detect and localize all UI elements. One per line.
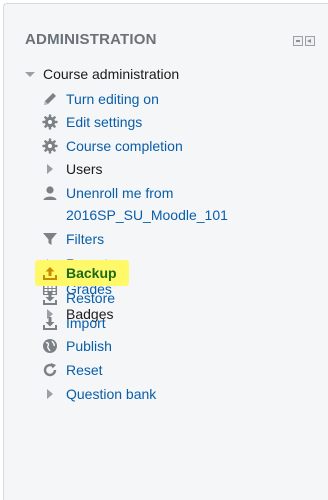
dock-left-icon[interactable]: [305, 36, 315, 46]
user-icon: [42, 185, 58, 201]
tree-item-label[interactable]: Backup: [66, 262, 117, 284]
upload-icon: [42, 265, 58, 281]
filter-icon: [42, 231, 58, 247]
download-icon: [42, 315, 58, 331]
triangle-right-icon: [42, 161, 58, 177]
pencil-icon: [42, 91, 58, 107]
tree-item-label[interactable]: Restore: [66, 287, 115, 309]
administration-block: ADMINISTRATION Course administration Tur…: [3, 3, 328, 500]
tree-item-label: Users: [66, 161, 103, 177]
tree-item-label[interactable]: Course completion: [66, 135, 183, 157]
gear-icon: [42, 114, 58, 130]
download-icon: [42, 290, 58, 306]
tree-item-label[interactable]: Publish: [66, 335, 112, 357]
block-title: ADMINISTRATION: [25, 31, 157, 48]
block-header: ADMINISTRATION: [4, 4, 328, 54]
gear-icon: [42, 138, 58, 154]
triangle-right-icon: [42, 386, 58, 402]
tree-item-label[interactable]: Turn editing on: [66, 88, 159, 110]
minus-square-icon[interactable]: [293, 36, 303, 46]
triangle-down-icon: [22, 66, 38, 82]
tree-item-label[interactable]: Unenroll me from: [66, 182, 173, 204]
tree-item-label[interactable]: Import: [66, 312, 106, 334]
tree-item-label[interactable]: Reset: [66, 359, 103, 381]
tree-root-label: Course administration: [43, 66, 180, 82]
tree-item-label[interactable]: Question bank: [66, 383, 156, 405]
tree-item-label[interactable]: Edit settings: [66, 111, 142, 133]
reset-icon: [42, 362, 58, 378]
tree-item-label[interactable]: Filters: [66, 228, 104, 250]
tree-item-label-line2[interactable]: 2016SP_SU_Moodle_101: [66, 204, 228, 226]
globe-icon: [42, 338, 58, 354]
